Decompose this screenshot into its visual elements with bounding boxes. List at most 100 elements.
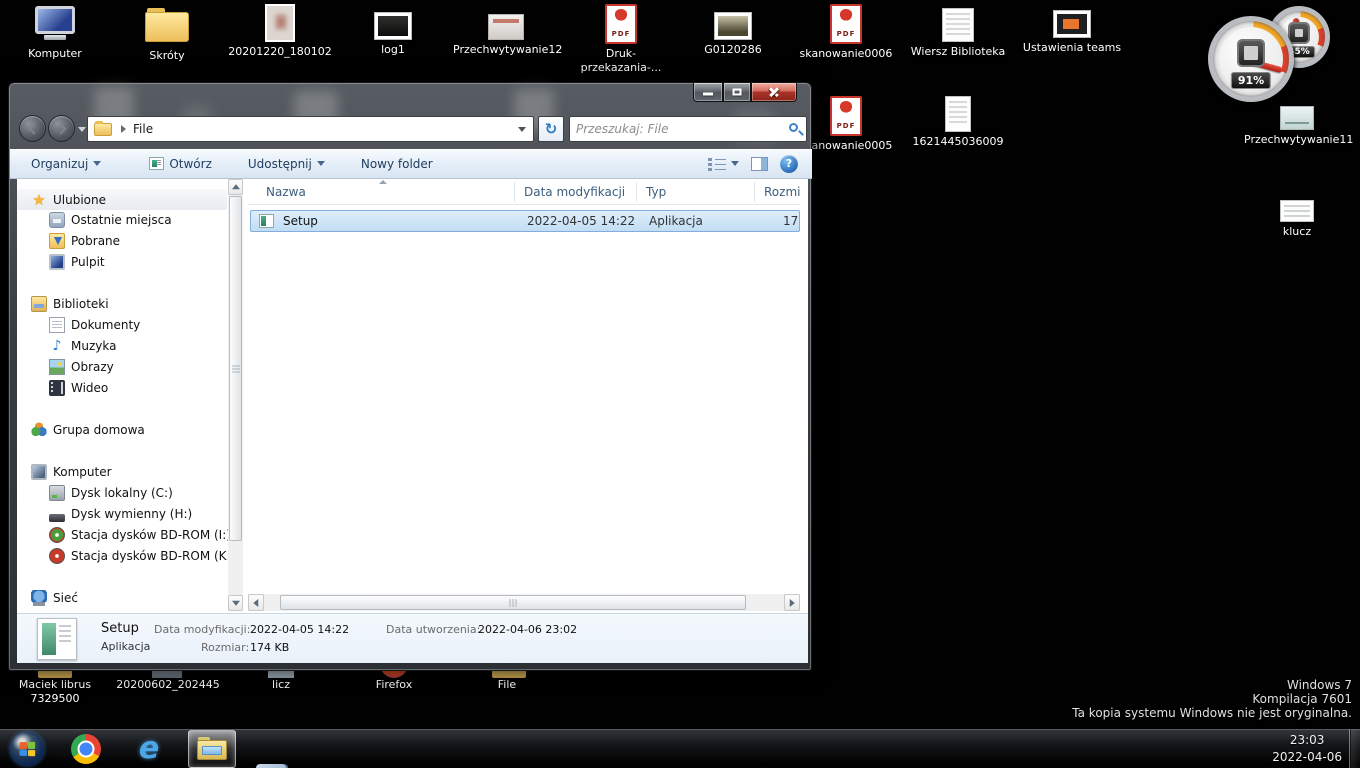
sidebar-item-bdrom-k[interactable]: Stacja dysków BD-ROM (K:) Cli bbox=[49, 545, 239, 566]
sidebar-item-ulubione[interactable]: ★ Ulubione bbox=[17, 189, 227, 210]
taskbar-chrome-button[interactable] bbox=[71, 734, 101, 764]
cpu-percent: 91% bbox=[1231, 72, 1271, 89]
scroll-left-button[interactable] bbox=[248, 594, 264, 611]
photo-icon bbox=[1280, 106, 1314, 130]
column-nazwa[interactable]: Nazwa bbox=[266, 185, 306, 199]
scrollbar-thumb[interactable] bbox=[280, 595, 746, 610]
star-icon: ★ bbox=[31, 192, 47, 208]
column-rozmiar[interactable]: Rozmiar bbox=[764, 185, 800, 199]
sidebar-item-pulpit[interactable]: Pulpit bbox=[49, 251, 105, 272]
sidebar-scrollbar[interactable] bbox=[228, 179, 243, 611]
address-dropdown-icon[interactable] bbox=[518, 127, 526, 132]
desktop-icon-ustawienia-teams[interactable]: Ustawienia teams bbox=[1019, 10, 1125, 55]
sidebar-item-ostatnie-miejsca[interactable]: Ostatnie miejsca bbox=[49, 209, 172, 230]
desktop-icon-skroty[interactable]: Skróty bbox=[114, 8, 220, 63]
preview-pane-button[interactable] bbox=[751, 157, 768, 171]
build-text: Kompilacja 7601 bbox=[1072, 692, 1352, 706]
folder-icon bbox=[145, 8, 189, 46]
cpu-gauge[interactable]: 91% bbox=[1208, 16, 1294, 102]
application-icon bbox=[37, 618, 77, 660]
show-desktop-button[interactable] bbox=[1349, 729, 1360, 768]
scrollbar-thumb[interactable] bbox=[229, 196, 242, 541]
sidebar-item-dysk-h[interactable]: Dysk wymienny (H:) bbox=[49, 503, 192, 524]
photo-icon bbox=[265, 4, 295, 42]
minimize-button[interactable] bbox=[693, 83, 723, 102]
sidebar-item-muzyka[interactable]: ♪ Muzyka bbox=[49, 335, 116, 356]
recent-pages-dropdown[interactable] bbox=[78, 127, 86, 132]
ie-icon: e bbox=[139, 731, 159, 766]
removable-drive-icon bbox=[49, 514, 65, 522]
sidebar-item-siec[interactable]: Sieć bbox=[31, 587, 78, 608]
chevron-down-icon bbox=[93, 161, 101, 166]
sidebar-item-komputer[interactable]: Komputer bbox=[31, 461, 112, 482]
desktop-icon-komputer[interactable]: Komputer bbox=[2, 6, 108, 61]
scroll-right-button[interactable] bbox=[784, 594, 800, 611]
chip-icon bbox=[1290, 24, 1308, 42]
scroll-down-button[interactable] bbox=[228, 595, 243, 611]
desktop-icon-druk-pdf[interactable]: PDF Druk-przekazania-... bbox=[568, 4, 674, 75]
desktop-icon-skanowanie0006[interactable]: PDF skanowanie0006 bbox=[793, 4, 899, 61]
close-button[interactable] bbox=[751, 83, 797, 102]
desktop-icon-licz[interactable]: licz bbox=[228, 678, 334, 692]
sidebar-item-pobrane[interactable]: Pobrane bbox=[49, 230, 120, 251]
address-bar[interactable]: File bbox=[87, 116, 534, 142]
size-value: 174 KB bbox=[250, 641, 289, 654]
sidebar-item-dokumenty[interactable]: Dokumenty bbox=[49, 314, 140, 335]
maximize-button[interactable] bbox=[723, 83, 751, 102]
column-data-modyfikacji[interactable]: Data modyfikacji bbox=[524, 185, 625, 199]
chevron-down-icon bbox=[317, 161, 325, 166]
sidebar-item-grupa-domowa[interactable]: Grupa domowa bbox=[31, 419, 145, 440]
horizontal-scrollbar[interactable] bbox=[248, 594, 800, 611]
file-modified: 2022-04-05 14:22 bbox=[527, 214, 635, 228]
downloads-icon bbox=[49, 233, 65, 249]
breadcrumb[interactable]: File bbox=[133, 122, 153, 136]
forward-button[interactable] bbox=[48, 115, 75, 142]
new-folder-button[interactable]: Nowy folder bbox=[352, 152, 442, 176]
libraries-icon bbox=[31, 296, 47, 312]
desktop-icon-wiersz-biblioteka[interactable]: Wiersz Biblioteka bbox=[905, 8, 1011, 59]
open-button[interactable]: Otwórz bbox=[140, 152, 221, 176]
desktop-icon-firefox[interactable]: Firefox bbox=[341, 678, 447, 692]
refresh-icon: ↻ bbox=[545, 120, 558, 138]
desktop-icon-przechwytywanie12[interactable]: Przechwytywanie12 bbox=[453, 14, 559, 57]
file-row-setup[interactable]: Setup 2022-04-05 14:22 Aplikacja 17 bbox=[250, 210, 800, 232]
sidebar-item-bdrom-i[interactable]: Stacja dysków BD-ROM (I:) WA bbox=[49, 524, 239, 545]
organize-button[interactable]: Organizuj bbox=[22, 152, 110, 176]
column-headers: Nazwa Data modyfikacji Typ Rozmiar bbox=[248, 179, 800, 205]
sidebar-item-biblioteki[interactable]: Biblioteki bbox=[31, 293, 109, 314]
back-button[interactable] bbox=[19, 115, 46, 142]
sidebar-item-dysk-c[interactable]: Dysk lokalny (C:) bbox=[49, 482, 173, 503]
taskbar-media-player-button[interactable] bbox=[256, 764, 286, 768]
forward-icon bbox=[55, 123, 66, 134]
details-file-name: Setup bbox=[101, 621, 139, 636]
desktop-icon-maciek-librus[interactable]: Maciek librus 7329500 bbox=[2, 678, 108, 706]
taskbar-ie-button[interactable]: e bbox=[134, 734, 164, 764]
column-typ[interactable]: Typ bbox=[646, 185, 666, 199]
start-button[interactable] bbox=[10, 732, 44, 766]
file-name: Setup bbox=[283, 214, 318, 228]
scroll-up-button[interactable] bbox=[228, 179, 243, 195]
desktop-icon-przechwytywanie11[interactable]: Przechwytywanie11 bbox=[1244, 106, 1350, 147]
desktop-icon-20200602[interactable]: 20200602_202445 bbox=[115, 678, 221, 692]
desktop-icon-log1[interactable]: log1 bbox=[340, 12, 446, 57]
desktop-icon-file[interactable]: File bbox=[454, 678, 560, 692]
change-view-button[interactable] bbox=[708, 157, 739, 171]
taskbar-clock[interactable]: 23:03 2022-04-06 bbox=[1272, 732, 1342, 766]
activation-notice: Windows 7 Kompilacja 7601 Ta kopia syste… bbox=[1072, 678, 1352, 720]
help-icon: ? bbox=[786, 157, 792, 170]
refresh-button[interactable]: ↻ bbox=[538, 116, 564, 142]
search-box[interactable] bbox=[569, 116, 807, 142]
desktop-icon-klucz[interactable]: klucz bbox=[1244, 200, 1350, 239]
help-button[interactable]: ? bbox=[780, 155, 798, 173]
taskbar-explorer-button[interactable] bbox=[188, 730, 236, 768]
disc-drive-icon bbox=[49, 527, 65, 543]
share-button[interactable]: Udostępnij bbox=[239, 152, 334, 176]
video-icon bbox=[49, 380, 65, 396]
desktop-icon-photo1[interactable]: 20201220_180102 bbox=[227, 4, 333, 59]
sidebar-item-obrazy[interactable]: Obrazy bbox=[49, 356, 114, 377]
document-icon bbox=[942, 8, 974, 42]
desktop-icon-1621445036009[interactable]: 1621445036009 bbox=[905, 96, 1011, 149]
search-input[interactable] bbox=[576, 118, 776, 140]
desktop-icon-g0120286[interactable]: G0120286 bbox=[680, 12, 786, 57]
sidebar-item-wideo[interactable]: Wideo bbox=[49, 377, 108, 398]
